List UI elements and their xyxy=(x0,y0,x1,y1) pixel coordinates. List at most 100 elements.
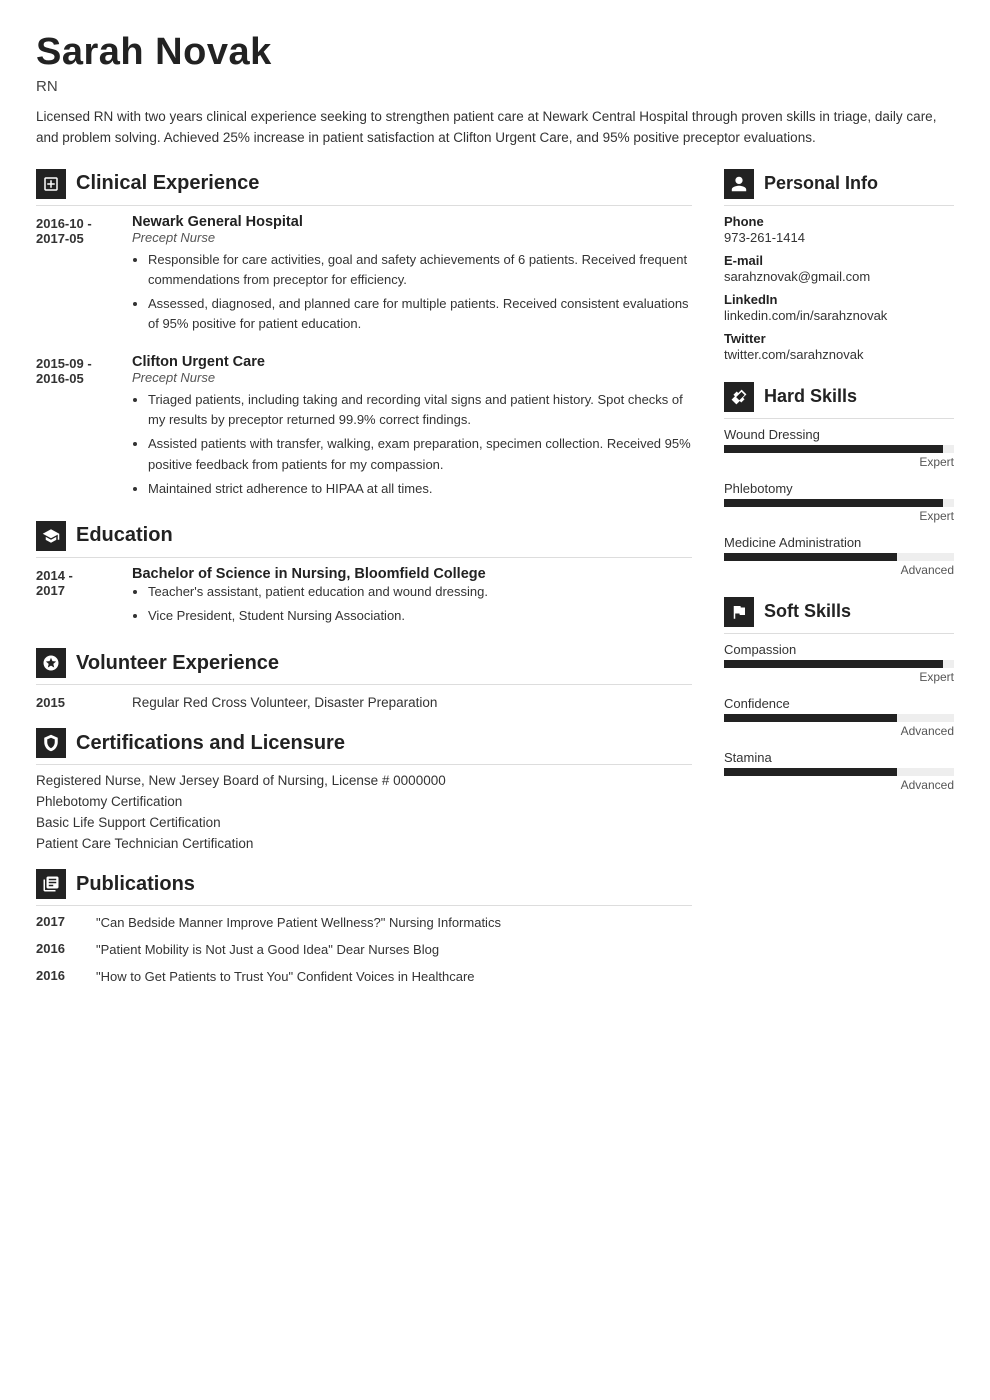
hard-skill-2-name: Phlebotomy xyxy=(724,481,954,496)
education-icon xyxy=(36,521,66,551)
soft-skill-1-name: Compassion xyxy=(724,642,954,657)
hard-skill-1-fill xyxy=(724,445,943,453)
pub-text-2: "Patient Mobility is Not Just a Good Ide… xyxy=(96,941,439,960)
soft-skill-1-fill xyxy=(724,660,943,668)
clinical-entry-2-org: Clifton Urgent Care xyxy=(132,354,692,370)
education-title: Education xyxy=(76,524,173,547)
education-section: Education 2014 -2017 Bachelor of Science… xyxy=(36,521,692,630)
hard-skills-header: Hard Skills xyxy=(724,382,954,419)
soft-skill-2-fill xyxy=(724,714,897,722)
hard-skill-2-level: Expert xyxy=(724,509,954,523)
hard-skill-2-fill xyxy=(724,499,943,507)
clinical-entry-1-role: Precept Nurse xyxy=(132,230,692,245)
cert-item-4: Patient Care Technician Certification xyxy=(36,836,692,851)
clinical-entry-1: 2016-10 -2017-05 Newark General Hospital… xyxy=(36,214,692,339)
left-column: Clinical Experience 2016-10 -2017-05 New… xyxy=(36,169,692,1005)
education-entry-1-org: Bachelor of Science in Nursing, Bloomfie… xyxy=(132,566,692,582)
education-entry-1: 2014 -2017 Bachelor of Science in Nursin… xyxy=(36,566,692,630)
soft-skills-title: Soft Skills xyxy=(764,601,851,622)
soft-skills-section: Soft Skills Compassion Expert Confidence… xyxy=(724,597,954,792)
certifications-title: Certifications and Licensure xyxy=(76,732,345,755)
pub-text-3: "How to Get Patients to Trust You" Confi… xyxy=(96,968,475,987)
bullet: Triaged patients, including taking and r… xyxy=(148,390,692,430)
hard-skill-2: Phlebotomy Expert xyxy=(724,481,954,523)
publications-header: Publications xyxy=(36,869,692,906)
candidate-title: RN xyxy=(36,78,954,95)
pub-date-3: 2016 xyxy=(36,968,80,987)
education-entry-1-content: Bachelor of Science in Nursing, Bloomfie… xyxy=(132,566,692,630)
soft-skill-3-fill xyxy=(724,768,897,776)
clinical-entry-1-date: 2016-10 -2017-05 xyxy=(36,214,116,339)
soft-skill-3: Stamina Advanced xyxy=(724,750,954,792)
hard-skill-3-name: Medicine Administration xyxy=(724,535,954,550)
hard-skill-3-bar xyxy=(724,553,954,561)
soft-skill-3-bar xyxy=(724,768,954,776)
personal-info-header: Personal Info xyxy=(724,169,954,206)
soft-skill-2: Confidence Advanced xyxy=(724,696,954,738)
clinical-entry-2-date: 2015-09 -2016-05 xyxy=(36,354,116,503)
education-entry-1-bullets: Teacher's assistant, patient education a… xyxy=(132,582,692,626)
pub-entry-2: 2016 "Patient Mobility is Not Just a Goo… xyxy=(36,941,692,960)
volunteer-section: Volunteer Experience 2015 Regular Red Cr… xyxy=(36,648,692,710)
hard-skills-list: Wound Dressing Expert Phlebotomy Expert … xyxy=(724,427,954,577)
clinical-entry-2-role: Precept Nurse xyxy=(132,370,692,385)
bullet: Assessed, diagnosed, and planned care fo… xyxy=(148,294,692,334)
pub-date-1: 2017 xyxy=(36,914,80,933)
bullet: Assisted patients with transfer, walking… xyxy=(148,434,692,474)
personal-info-section: Personal Info Phone 973-261-1414 E-mail … xyxy=(724,169,954,362)
education-header: Education xyxy=(36,521,692,558)
publications-icon xyxy=(36,869,66,899)
certifications-header: Certifications and Licensure xyxy=(36,728,692,765)
personal-info-fields: Phone 973-261-1414 E-mail sarahznovak@gm… xyxy=(724,214,954,362)
cert-item-1: Registered Nurse, New Jersey Board of Nu… xyxy=(36,773,692,788)
clinical-entry-2: 2015-09 -2016-05 Clifton Urgent Care Pre… xyxy=(36,354,692,503)
certifications-section: Certifications and Licensure Registered … xyxy=(36,728,692,851)
hard-skills-title: Hard Skills xyxy=(764,386,857,407)
soft-skills-list: Compassion Expert Confidence Advanced St… xyxy=(724,642,954,792)
soft-skill-1-bar xyxy=(724,660,954,668)
publications-section: Publications 2017 "Can Bedside Manner Im… xyxy=(36,869,692,987)
volunteer-header: Volunteer Experience xyxy=(36,648,692,685)
soft-skill-3-level: Advanced xyxy=(724,778,954,792)
linkedin-value: linkedin.com/in/sarahznovak xyxy=(724,308,954,323)
publications-title: Publications xyxy=(76,873,195,896)
hard-skill-1: Wound Dressing Expert xyxy=(724,427,954,469)
linkedin-label: LinkedIn xyxy=(724,292,954,307)
hard-skills-icon xyxy=(724,382,754,412)
hard-skill-1-level: Expert xyxy=(724,455,954,469)
clinical-entry-1-bullets: Responsible for care activities, goal an… xyxy=(132,250,692,335)
email-label: E-mail xyxy=(724,253,954,268)
soft-skill-3-name: Stamina xyxy=(724,750,954,765)
main-layout: Clinical Experience 2016-10 -2017-05 New… xyxy=(36,169,954,1005)
hard-skill-3: Medicine Administration Advanced xyxy=(724,535,954,577)
soft-skill-2-bar xyxy=(724,714,954,722)
personal-icon xyxy=(724,169,754,199)
clinical-experience-header: Clinical Experience xyxy=(36,169,692,206)
bullet: Responsible for care activities, goal an… xyxy=(148,250,692,290)
hard-skill-1-name: Wound Dressing xyxy=(724,427,954,442)
clinical-experience-title: Clinical Experience xyxy=(76,172,259,195)
pub-entry-3: 2016 "How to Get Patients to Trust You" … xyxy=(36,968,692,987)
twitter-label: Twitter xyxy=(724,331,954,346)
pub-entry-1: 2017 "Can Bedside Manner Improve Patient… xyxy=(36,914,692,933)
clinical-entry-1-content: Newark General Hospital Precept Nurse Re… xyxy=(132,214,692,339)
phone-label: Phone xyxy=(724,214,954,229)
soft-skills-header: Soft Skills xyxy=(724,597,954,634)
volunteer-icon xyxy=(36,648,66,678)
resume-header: Sarah Novak RN Licensed RN with two year… xyxy=(36,32,954,149)
candidate-summary: Licensed RN with two years clinical expe… xyxy=(36,107,954,149)
clinical-entry-2-bullets: Triaged patients, including taking and r… xyxy=(132,390,692,499)
clinical-entry-1-org: Newark General Hospital xyxy=(132,214,692,230)
bullet: Teacher's assistant, patient education a… xyxy=(148,582,692,602)
cert-item-3: Basic Life Support Certification xyxy=(36,815,692,830)
hard-skill-3-fill xyxy=(724,553,897,561)
volunteer-entry-1-date: 2015 xyxy=(36,693,116,710)
cert-item-2: Phlebotomy Certification xyxy=(36,794,692,809)
volunteer-title: Volunteer Experience xyxy=(76,652,279,675)
hard-skills-section: Hard Skills Wound Dressing Expert Phlebo… xyxy=(724,382,954,577)
clinical-entry-2-content: Clifton Urgent Care Precept Nurse Triage… xyxy=(132,354,692,503)
soft-skills-icon xyxy=(724,597,754,627)
clinical-experience-section: Clinical Experience 2016-10 -2017-05 New… xyxy=(36,169,692,503)
email-value: sarahznovak@gmail.com xyxy=(724,269,954,284)
hard-skill-3-level: Advanced xyxy=(724,563,954,577)
